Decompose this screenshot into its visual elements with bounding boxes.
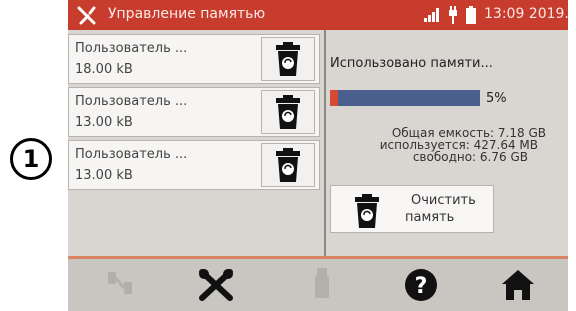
- file-item[interactable]: Пользователь ... 13.00 kB: [68, 87, 320, 137]
- memory-usage-bar: [330, 90, 480, 106]
- signal-icon: [424, 8, 439, 22]
- free-row: свободно: 6.76 GB: [336, 151, 528, 163]
- transfer-icon[interactable]: [104, 268, 138, 298]
- clear-memory-label-line2: память: [405, 210, 455, 225]
- screen-title: Управление памятью: [108, 6, 266, 22]
- delete-file-button[interactable]: [261, 143, 315, 187]
- file-name: Пользователь ...: [75, 147, 188, 162]
- trash-icon: [276, 148, 300, 182]
- home-icon[interactable]: [500, 268, 536, 302]
- free-label: свободно:: [412, 150, 477, 164]
- battery-icon: [466, 6, 476, 24]
- panel-divider: [324, 30, 326, 256]
- file-size: 13.00 kB: [75, 115, 133, 130]
- callout-marker: 1: [10, 138, 52, 180]
- svg-text:?: ?: [415, 274, 428, 299]
- help-icon[interactable]: ?: [404, 268, 438, 302]
- bottom-nav: ?: [68, 256, 568, 311]
- free-value: 6.76 GB: [479, 150, 528, 164]
- file-name: Пользователь ...: [75, 41, 188, 56]
- file-item[interactable]: Пользователь ... 18.00 kB: [68, 34, 320, 84]
- clear-memory-button[interactable]: Очистить память: [330, 185, 494, 233]
- clear-memory-label: Очистить память: [405, 192, 491, 226]
- usb-icon[interactable]: [314, 268, 330, 300]
- memory-stats: Общая емкость: 7.18 GB используется: 427…: [336, 127, 546, 163]
- memory-usage-percent: 5%: [486, 91, 507, 106]
- plug-icon: [449, 6, 457, 24]
- trash-icon: [276, 42, 300, 76]
- file-size: 18.00 kB: [75, 62, 133, 77]
- file-size: 13.00 kB: [75, 168, 133, 183]
- trash-icon: [355, 194, 379, 228]
- tools-icon[interactable]: [196, 268, 236, 302]
- gear-icon[interactable]: [76, 4, 98, 26]
- delete-file-button[interactable]: [261, 90, 315, 134]
- clear-memory-label-line1: Очистить: [411, 193, 476, 208]
- delete-file-button[interactable]: [261, 37, 315, 81]
- memory-used-title: Использовано памяти...: [330, 56, 493, 71]
- clock-readout: 13:09 2019.02.11: [484, 6, 568, 22]
- bottom-nav-accent: [68, 256, 568, 259]
- file-item[interactable]: Пользователь ... 13.00 kB: [68, 140, 320, 190]
- trash-icon: [276, 95, 300, 129]
- status-bar: Управление памятью 13:09 2019.02.11: [68, 0, 568, 30]
- memory-usage-fill: [330, 90, 338, 106]
- file-name: Пользователь ...: [75, 94, 188, 109]
- device-screen: Управление памятью 13:09 2019.02.11 Поль…: [68, 0, 568, 311]
